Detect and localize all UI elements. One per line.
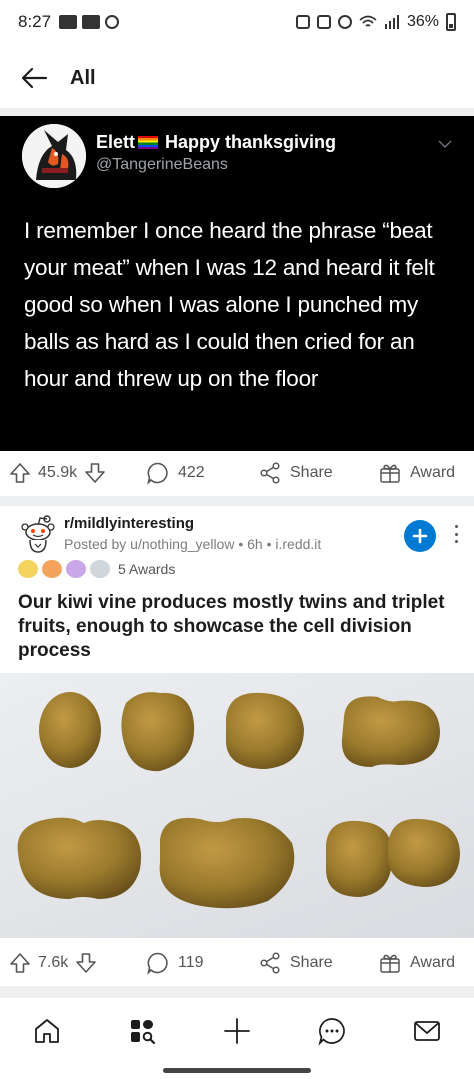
signal-icon bbox=[384, 15, 399, 29]
tweet-name-suffix: Happy thanksgiving bbox=[165, 132, 337, 152]
tweet-avatar bbox=[22, 124, 86, 188]
rainbow-flag-icon bbox=[138, 136, 159, 149]
header: All bbox=[0, 52, 474, 104]
snoo-icon bbox=[21, 515, 55, 553]
back-arrow-icon bbox=[21, 67, 48, 89]
post2-vote-group: 7.6k bbox=[8, 951, 98, 975]
award-gift-icon bbox=[380, 464, 400, 483]
post1-action-bar: 45.9k 422 Share Award bbox=[0, 450, 474, 496]
nav-discover-button[interactable] bbox=[118, 1007, 166, 1055]
post2-award-label: Award bbox=[410, 954, 456, 971]
post1-comment-count: 422 bbox=[178, 464, 205, 481]
downvote-icon bbox=[85, 463, 105, 483]
award-wholesome-icon bbox=[18, 560, 38, 578]
post1-award-button[interactable]: Award bbox=[378, 461, 455, 485]
wifi-icon bbox=[359, 15, 377, 27]
status-bar: 8:27 36% bbox=[0, 0, 474, 44]
dot-icon bbox=[454, 532, 458, 536]
plus-icon bbox=[412, 528, 428, 544]
post-divider bbox=[0, 496, 474, 506]
youtube-notification-icon bbox=[59, 15, 78, 29]
nav-chat-button[interactable] bbox=[308, 1007, 356, 1055]
dot-icon bbox=[454, 525, 458, 528]
award-silver-icon bbox=[90, 560, 110, 578]
nav-inbox-button[interactable] bbox=[403, 1007, 451, 1055]
join-subreddit-button[interactable] bbox=[404, 520, 436, 552]
home-icon bbox=[35, 1019, 60, 1043]
post-meta: Posted by u/nothing_yellow • 6h • i.redd… bbox=[64, 536, 322, 552]
post-title[interactable]: Our kiwi vine produces mostly twins and … bbox=[18, 591, 458, 663]
inbox-icon bbox=[413, 1021, 440, 1041]
post2-vote-count: 7.6k bbox=[38, 954, 69, 971]
nav-home-button[interactable] bbox=[23, 1007, 71, 1055]
sync-icon bbox=[316, 15, 331, 29]
post-image[interactable] bbox=[0, 673, 474, 938]
upvote-button[interactable] bbox=[8, 951, 32, 975]
share-icon bbox=[260, 462, 280, 484]
downvote-button[interactable] bbox=[83, 461, 107, 485]
dot-icon bbox=[454, 540, 458, 543]
award-party-icon bbox=[66, 560, 86, 578]
post1-vote-group: 45.9k bbox=[8, 461, 107, 485]
upvote-icon bbox=[10, 463, 30, 483]
battery-icon bbox=[446, 13, 456, 31]
fox-avatar-icon bbox=[22, 124, 86, 188]
downvote-button[interactable] bbox=[74, 951, 98, 975]
home-indicator[interactable] bbox=[163, 1068, 311, 1073]
comment-icon bbox=[147, 952, 168, 975]
bottom-nav-divider bbox=[0, 996, 474, 998]
awards-count: 5 Awards bbox=[118, 561, 176, 577]
tweet-screenshot-image[interactable]: Elett Happy thanksgiving @TangerineBeans… bbox=[0, 116, 474, 451]
post1-share-button[interactable]: Share bbox=[258, 461, 333, 485]
nfc-icon bbox=[295, 15, 310, 29]
nav-create-post-button[interactable] bbox=[213, 1007, 261, 1055]
post1-share-label: Share bbox=[290, 464, 333, 481]
post2-comments-button[interactable]: 119 bbox=[146, 951, 204, 975]
award-gift-icon bbox=[380, 954, 400, 973]
create-post-icon bbox=[224, 1018, 250, 1044]
kiwi-fruit-illustration bbox=[17, 692, 460, 909]
subreddit-link[interactable]: r/mildlyinteresting bbox=[64, 515, 194, 532]
status-notification-icons bbox=[59, 15, 120, 29]
post2-award-button[interactable]: Award bbox=[378, 951, 455, 975]
status-time: 8:27 bbox=[18, 12, 52, 31]
upvote-button[interactable] bbox=[8, 461, 32, 485]
post1-award-label: Award bbox=[410, 464, 456, 481]
post2-share-button[interactable]: Share bbox=[258, 951, 333, 975]
chat-icon bbox=[318, 1018, 345, 1046]
awards-row[interactable]: 5 Awards bbox=[18, 560, 175, 578]
chevron-down-icon bbox=[438, 140, 452, 148]
bottom-navigation bbox=[0, 1004, 474, 1058]
alarm-notification-icon bbox=[105, 15, 120, 29]
app-notification-icon bbox=[82, 15, 101, 29]
battery-percent: 36% bbox=[406, 13, 439, 30]
post2-comment-count: 119 bbox=[178, 954, 204, 971]
award-helpful-icon bbox=[42, 560, 62, 578]
post1-comments-button[interactable]: 422 bbox=[146, 461, 205, 485]
discover-icon bbox=[131, 1020, 156, 1045]
tweet-display-name: Elett Happy thanksgiving bbox=[96, 132, 336, 153]
share-icon bbox=[260, 952, 280, 974]
post2-share-label: Share bbox=[290, 954, 333, 971]
comment-icon bbox=[147, 462, 168, 485]
status-system-icons: 36% bbox=[295, 13, 456, 31]
post1-vote-count: 45.9k bbox=[38, 464, 78, 481]
upvote-icon bbox=[10, 953, 30, 973]
subreddit-avatar[interactable] bbox=[20, 514, 56, 554]
tweet-name: Elett bbox=[96, 132, 136, 152]
tweet-handle: @TangerineBeans bbox=[96, 156, 228, 173]
alarm-icon bbox=[337, 15, 352, 29]
tweet-text: I remember I once heard the phrase “beat… bbox=[24, 218, 435, 391]
downvote-icon bbox=[76, 953, 97, 973]
header-divider bbox=[0, 108, 474, 116]
back-button[interactable] bbox=[18, 62, 50, 94]
feed-title: All bbox=[70, 66, 96, 89]
post2-action-bar: 7.6k 119 Share Award bbox=[0, 940, 474, 986]
post-divider bbox=[0, 986, 474, 996]
more-options-button[interactable] bbox=[450, 522, 462, 546]
